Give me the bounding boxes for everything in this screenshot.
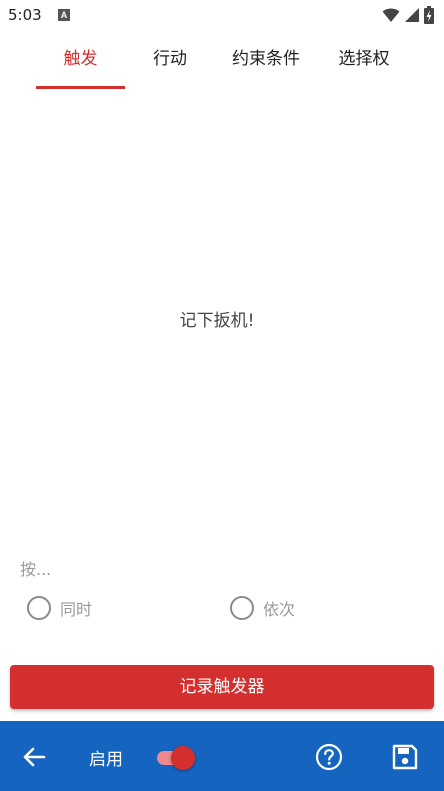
tab-action[interactable]: 行动 [135,40,205,88]
tab-constraints[interactable]: 约束条件 [222,40,310,88]
trigger-hint-text: 按... [20,560,52,579]
enable-label: 启用 [89,750,123,770]
empty-state-message: 记下扳机! [179,311,255,331]
tab-bar: 触发 行动 约束条件 选择权 [0,40,444,90]
status-bar: 5:03 A [0,0,444,32]
signal-icon [405,8,419,22]
wifi-icon [382,8,400,22]
help-icon[interactable] [315,743,343,771]
radio-button[interactable] [27,596,51,620]
toggle-thumb [171,746,195,770]
back-arrow-icon[interactable] [20,743,48,771]
save-icon[interactable] [391,743,419,771]
radio-label: 依次 [263,600,296,619]
radio-label: 同时 [60,600,93,619]
status-icons [382,6,434,24]
record-trigger-button[interactable]: 记录触发器 [10,665,434,709]
status-time: 5:03 [8,6,42,24]
tab-options[interactable]: 选择权 [326,40,402,88]
radio-button[interactable] [230,596,254,620]
enable-toggle[interactable] [155,745,199,771]
tab-trigger[interactable]: 触发 [36,40,125,88]
bottom-bar: 启用 [0,721,444,791]
radio-simultaneous[interactable]: 同时 [27,594,92,622]
radio-sequential[interactable]: 依次 [230,594,295,622]
active-tab-indicator [36,86,125,89]
app-notification-icon: A [58,9,70,21]
battery-charging-icon [424,6,434,24]
